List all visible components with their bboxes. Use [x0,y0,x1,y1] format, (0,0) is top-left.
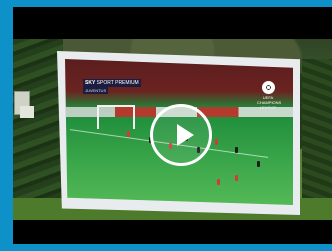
channel-label: SPORT PREMIUM [96,80,139,86]
player [235,175,238,181]
letterbox-top [13,7,332,39]
ucl-logo: UEFA CHAMPIONS LEAGUE [257,81,281,110]
goal [97,105,135,129]
ivy-wall-left [13,39,63,220]
channel-badge: SKY SPORT PREMIUM [83,79,141,87]
starball-icon [261,81,275,94]
player [215,139,218,145]
video-frame: SKY SPORT PREMIUM JUVENTUS UEFA CHAMPION… [0,0,332,251]
player [217,179,220,185]
ivy-wall-right [302,59,332,220]
channel-brand: SKY [85,80,96,86]
player [235,147,238,153]
player [127,131,130,137]
letterbox-bottom [13,220,332,244]
play-icon[interactable] [177,124,194,146]
play-button[interactable] [150,104,212,166]
video-player[interactable]: SKY SPORT PREMIUM JUVENTUS UEFA CHAMPION… [13,7,332,244]
lamp-shade [20,106,34,118]
match-info: JUVENTUS [83,87,109,94]
player [257,161,260,167]
